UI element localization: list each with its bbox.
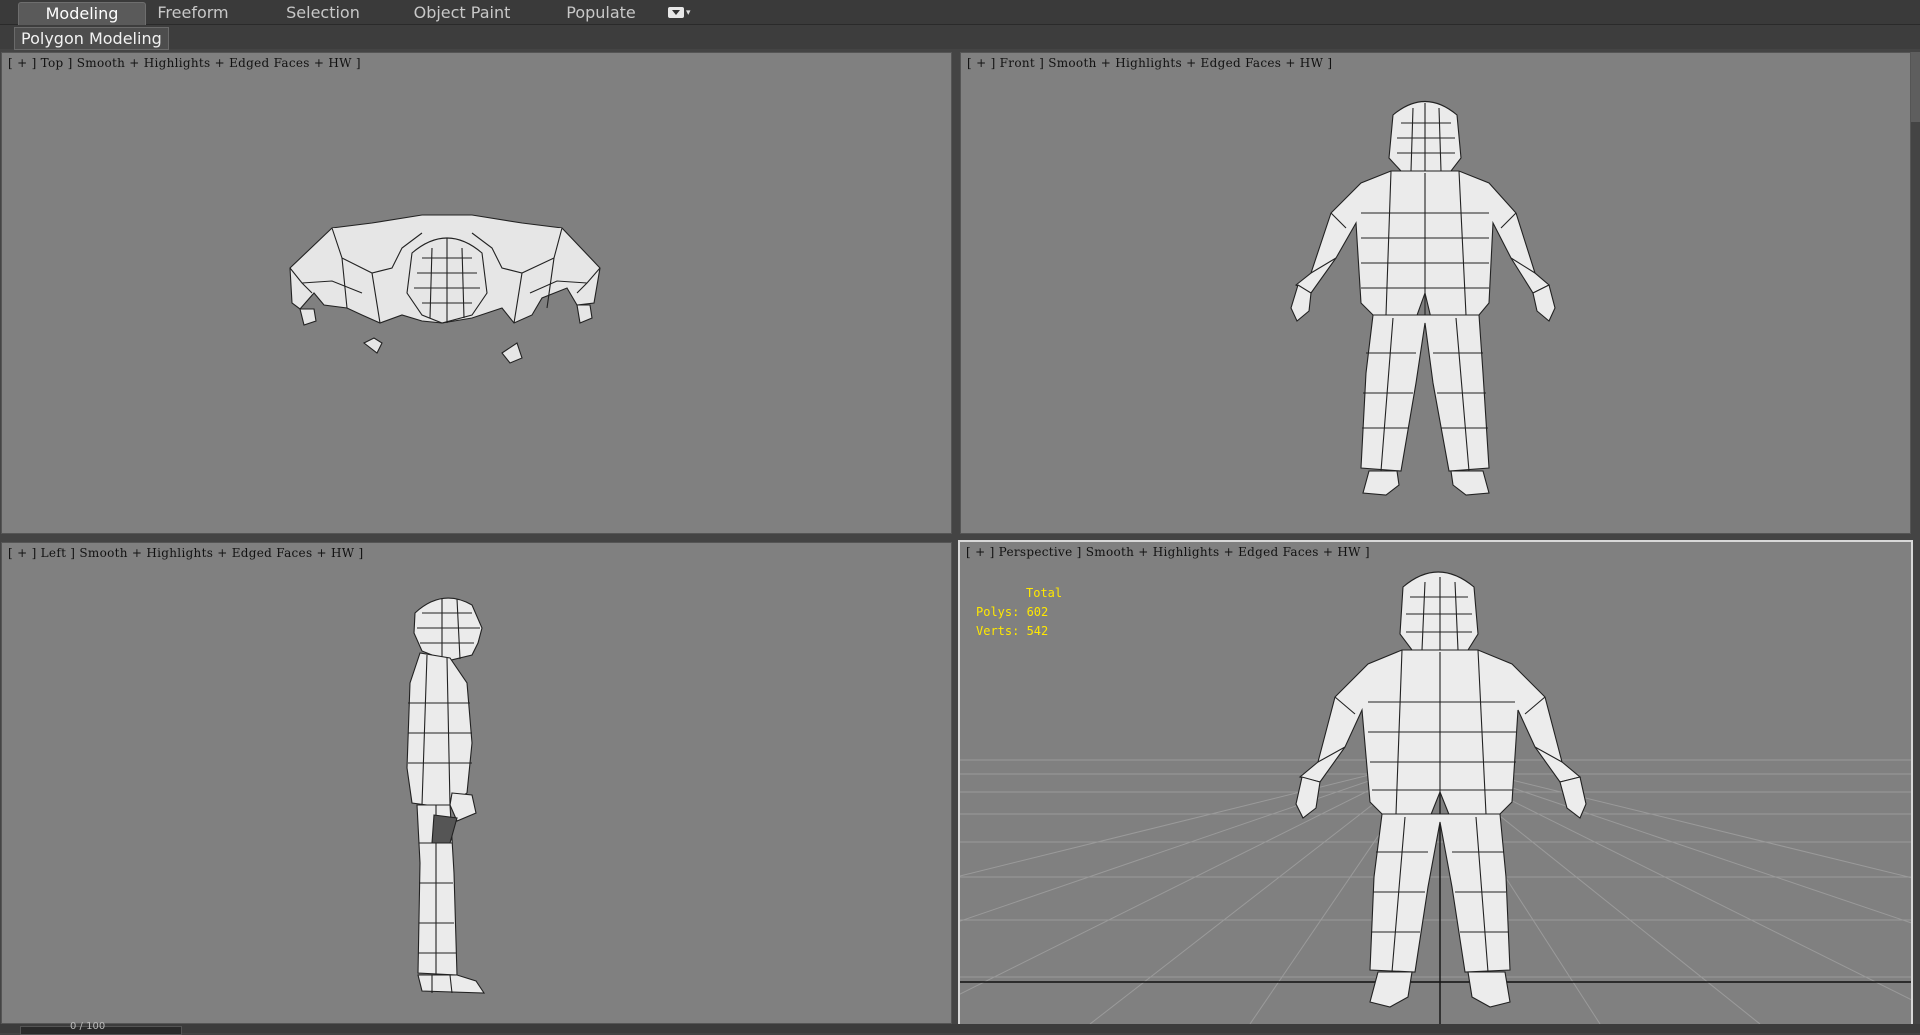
- ribbon-options-dropdown[interactable]: ▾: [668, 5, 698, 21]
- viewport-front[interactable]: [ + ] Front ] Smooth + Highlights + Edge…: [960, 52, 1911, 534]
- left-view-model: [406, 597, 486, 994]
- chevron-down-icon: ▾: [686, 7, 691, 18]
- time-slider-bar: 0 / 100: [0, 1021, 1920, 1035]
- ribbon-scrollbar[interactable]: [1910, 52, 1920, 122]
- frame-counter: 0 / 100: [70, 1021, 106, 1032]
- top-view-model: [289, 214, 601, 364]
- viewport-left[interactable]: [ + ] Left ] Smooth + Highlights + Edged…: [1, 542, 952, 1024]
- tab-populate[interactable]: Populate: [558, 2, 644, 24]
- perspective-view-model: [1295, 571, 1587, 1008]
- tab-object-paint[interactable]: Object Paint: [408, 2, 516, 24]
- polygon-modeling-panel[interactable]: Polygon Modeling: [14, 27, 169, 50]
- ribbon-tab-bar: Modeling Freeform Selection Object Paint…: [0, 0, 1920, 25]
- tab-modeling[interactable]: Modeling: [18, 2, 146, 25]
- viewport-top[interactable]: [ + ] Top ] Smooth + Highlights + Edged …: [1, 52, 952, 534]
- ribbon-options-icon: [668, 7, 684, 18]
- viewport-perspective[interactable]: [ + ] Perspective ] Smooth + Highlights …: [958, 540, 1913, 1026]
- front-view-model: [1290, 101, 1556, 496]
- tab-selection[interactable]: Selection: [278, 2, 368, 24]
- ribbon-panel-bar: Polygon Modeling: [0, 25, 1920, 50]
- tab-freeform[interactable]: Freeform: [150, 2, 236, 24]
